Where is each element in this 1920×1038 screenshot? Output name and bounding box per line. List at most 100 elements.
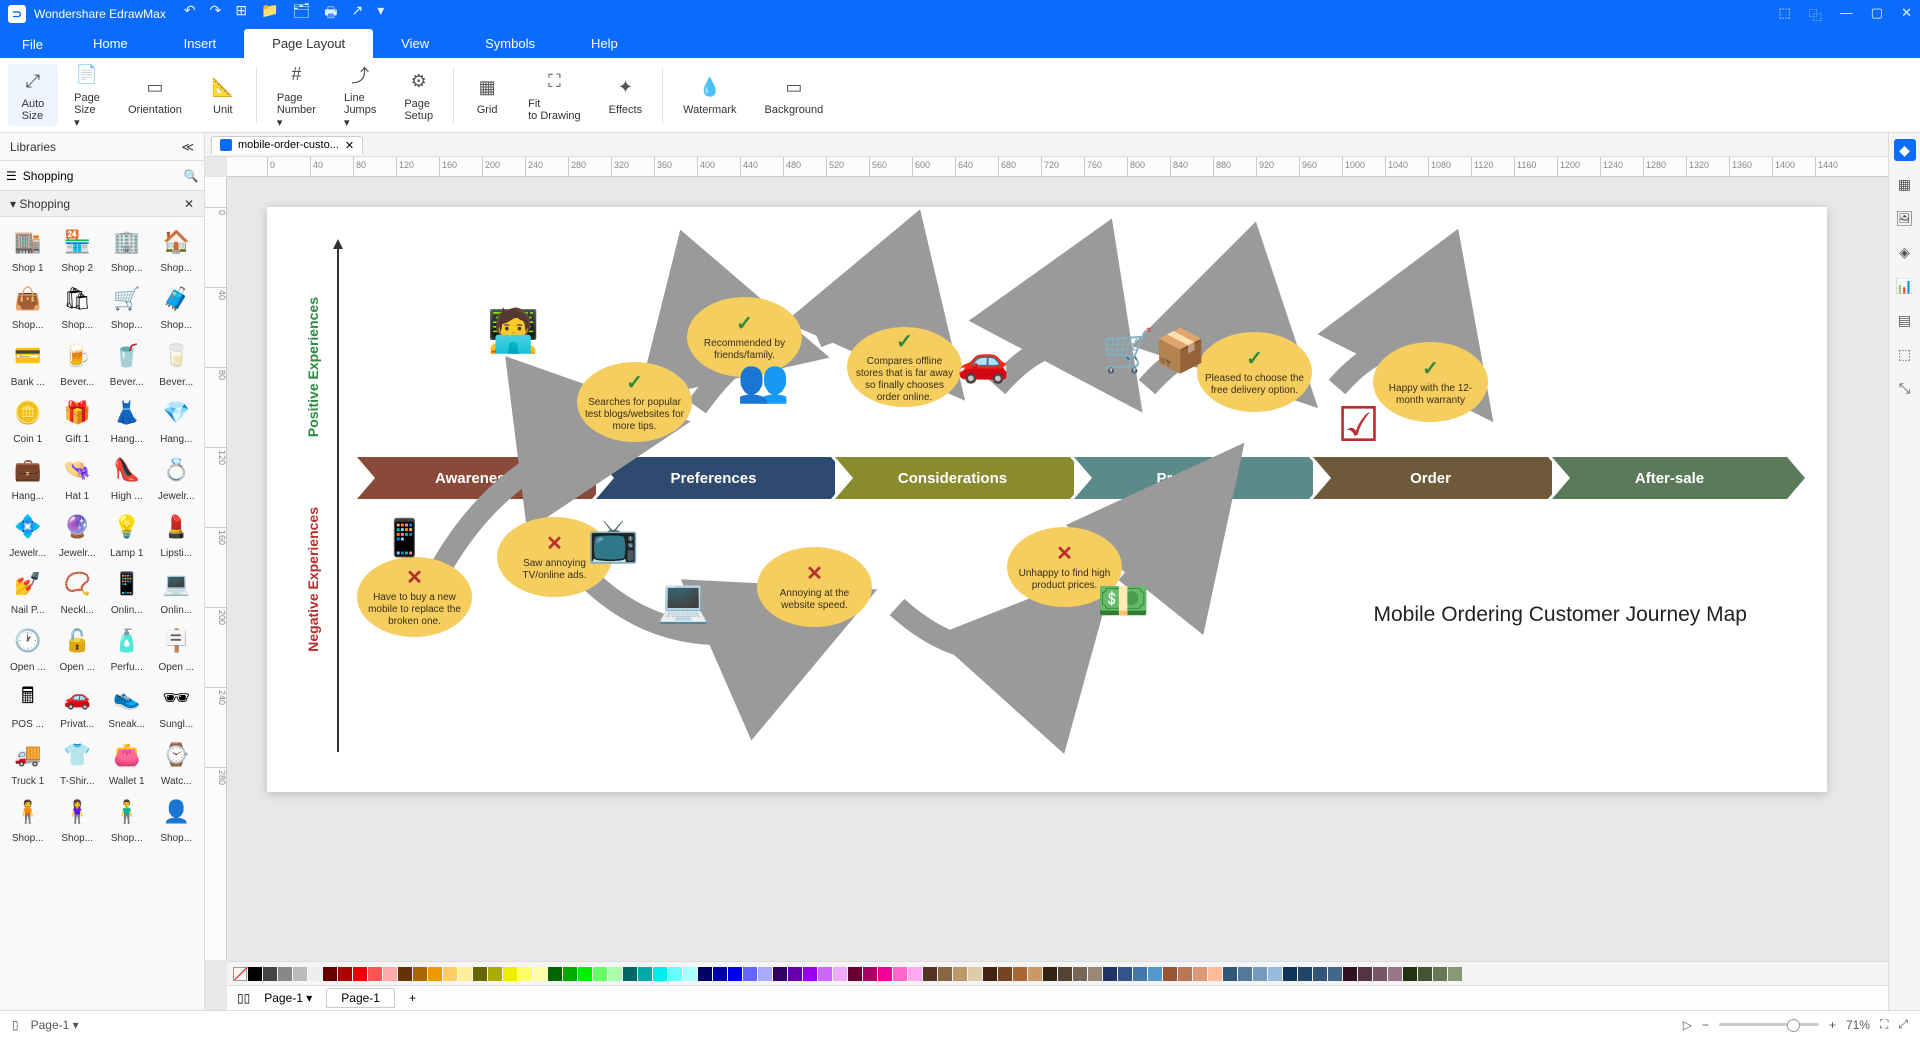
color-swatch[interactable]	[953, 967, 967, 981]
ribbon-auto-size[interactable]: ⤢AutoSize	[8, 64, 58, 126]
color-swatch[interactable]	[728, 967, 742, 981]
color-swatch[interactable]	[383, 967, 397, 981]
library-item[interactable]: 🕐Open ...	[4, 620, 52, 675]
color-swatch[interactable]	[368, 967, 382, 981]
color-swatch[interactable]	[1208, 967, 1222, 981]
ribbon-unit[interactable]: 📐Unit	[198, 70, 248, 120]
qat-more-icon[interactable]: ▾	[377, 2, 384, 26]
ribbon-line-jumps-[interactable]: ⤴LineJumps▾	[332, 58, 388, 133]
ribbon-page-size-[interactable]: 📄PageSize▾	[62, 58, 112, 133]
color-swatch[interactable]	[1058, 967, 1072, 981]
color-swatch[interactable]	[323, 967, 337, 981]
file-menu[interactable]: File	[0, 37, 65, 58]
color-swatch[interactable]	[488, 967, 502, 981]
tab-home[interactable]: Home	[65, 29, 156, 58]
library-item[interactable]: 👤Shop...	[153, 791, 201, 846]
color-swatch[interactable]	[998, 967, 1012, 981]
right-panel-icon[interactable]: ▦	[1894, 173, 1916, 195]
play-icon[interactable]: ▷	[1683, 1018, 1692, 1032]
print-icon[interactable]: 🖶	[324, 2, 337, 26]
library-item[interactable]: 👠High ...	[103, 449, 151, 504]
color-swatch[interactable]	[353, 967, 367, 981]
fullscreen-icon[interactable]: ⤢	[1898, 1017, 1908, 1032]
color-swatch[interactable]	[338, 967, 352, 981]
library-item[interactable]: 📿Neckl...	[54, 563, 102, 618]
document-tab[interactable]: mobile-order-custo... ✕	[211, 136, 363, 154]
color-swatch[interactable]	[1103, 967, 1117, 981]
library-item[interactable]: 🥛Bever...	[153, 335, 201, 390]
stage-order[interactable]: Order	[1313, 457, 1548, 499]
color-swatch[interactable]	[1343, 967, 1357, 981]
page-tab[interactable]: Page-1	[326, 988, 395, 1008]
maximize-icon[interactable]: ▢	[1871, 5, 1883, 24]
stage-awareness[interactable]: Awareness	[357, 457, 592, 499]
library-item[interactable]: 💄Lipsti...	[153, 506, 201, 561]
color-swatch[interactable]	[923, 967, 937, 981]
color-swatch[interactable]	[638, 967, 652, 981]
option2-icon[interactable]: ⿻	[1809, 5, 1822, 24]
color-swatch[interactable]	[863, 967, 877, 981]
right-panel-icon[interactable]: ⤡	[1894, 377, 1916, 399]
library-item[interactable]: 🛍Shop...	[54, 278, 102, 333]
color-swatch[interactable]	[833, 967, 847, 981]
ribbon-grid[interactable]: ▦Grid	[462, 70, 512, 120]
color-swatch[interactable]	[803, 967, 817, 981]
redo-icon[interactable]: ↷	[210, 2, 222, 26]
ribbon-page-setup[interactable]: ⚙PageSetup	[392, 64, 445, 126]
library-item[interactable]: 🧍‍♀️Shop...	[54, 791, 102, 846]
color-swatch[interactable]	[743, 967, 757, 981]
color-swatch[interactable]	[1433, 967, 1447, 981]
color-swatch[interactable]	[248, 967, 262, 981]
library-item[interactable]: 🥤Bever...	[103, 335, 151, 390]
new-icon[interactable]: ⊞	[235, 2, 247, 26]
search-input[interactable]	[23, 169, 178, 183]
export-icon[interactable]: ↗	[351, 2, 363, 26]
color-swatch[interactable]	[773, 967, 787, 981]
right-panel-icon[interactable]: ◆	[1894, 139, 1916, 161]
collapse-panel-icon[interactable]: ≪	[181, 140, 194, 154]
library-item[interactable]: 🪧Open ...	[153, 620, 201, 675]
library-item[interactable]: 🔓Open ...	[54, 620, 102, 675]
library-item[interactable]: 🧍Shop...	[4, 791, 52, 846]
color-swatch[interactable]	[938, 967, 952, 981]
experience-bubble[interactable]: ✕Annoying at the website speed.	[757, 547, 872, 627]
library-item[interactable]: 🚚Truck 1	[4, 734, 52, 789]
add-page-button[interactable]: +	[409, 991, 416, 1005]
page-dropdown[interactable]: Page-1 ▾	[31, 1018, 79, 1032]
color-swatch[interactable]	[1193, 967, 1207, 981]
color-swatch[interactable]	[473, 967, 487, 981]
color-swatch[interactable]	[758, 967, 772, 981]
open-icon[interactable]: 📁	[261, 2, 278, 26]
library-item[interactable]: 👕T-Shir...	[54, 734, 102, 789]
color-swatch[interactable]	[893, 967, 907, 981]
color-swatch[interactable]	[1388, 967, 1402, 981]
color-swatch[interactable]	[608, 967, 622, 981]
color-swatch[interactable]	[668, 967, 682, 981]
color-swatch[interactable]	[458, 967, 472, 981]
color-swatch[interactable]	[1013, 967, 1027, 981]
library-item[interactable]: 🧍‍♂️Shop...	[103, 791, 151, 846]
library-item[interactable]: 🏢Shop...	[103, 221, 151, 276]
view-single-icon[interactable]: ▯	[12, 1018, 19, 1032]
library-item[interactable]: 💳Bank ...	[4, 335, 52, 390]
color-swatch[interactable]	[1328, 967, 1342, 981]
color-swatch[interactable]	[503, 967, 517, 981]
library-item[interactable]: 💎Hang...	[153, 392, 201, 447]
close-category-icon[interactable]: ✕	[184, 197, 194, 211]
color-swatch[interactable]	[1088, 967, 1102, 981]
color-swatch[interactable]	[293, 967, 307, 981]
library-item[interactable]: 🧴Perfu...	[103, 620, 151, 675]
minimize-icon[interactable]: —	[1840, 5, 1853, 24]
ribbon-fit-to-drawing[interactable]: ⛶Fitto Drawing	[516, 64, 593, 126]
library-item[interactable]: 📱Onlin...	[103, 563, 151, 618]
color-swatch[interactable]	[578, 967, 592, 981]
right-panel-icon[interactable]: ◈	[1894, 241, 1916, 263]
library-item[interactable]: 🖩POS ...	[4, 677, 52, 732]
color-swatch[interactable]	[278, 967, 292, 981]
color-swatch[interactable]	[848, 967, 862, 981]
ribbon-watermark[interactable]: 💧Watermark	[671, 70, 748, 120]
zoom-out-icon[interactable]: −	[1702, 1018, 1709, 1032]
right-panel-icon[interactable]: ▤	[1894, 309, 1916, 331]
color-swatch[interactable]	[968, 967, 982, 981]
color-swatch[interactable]	[983, 967, 997, 981]
